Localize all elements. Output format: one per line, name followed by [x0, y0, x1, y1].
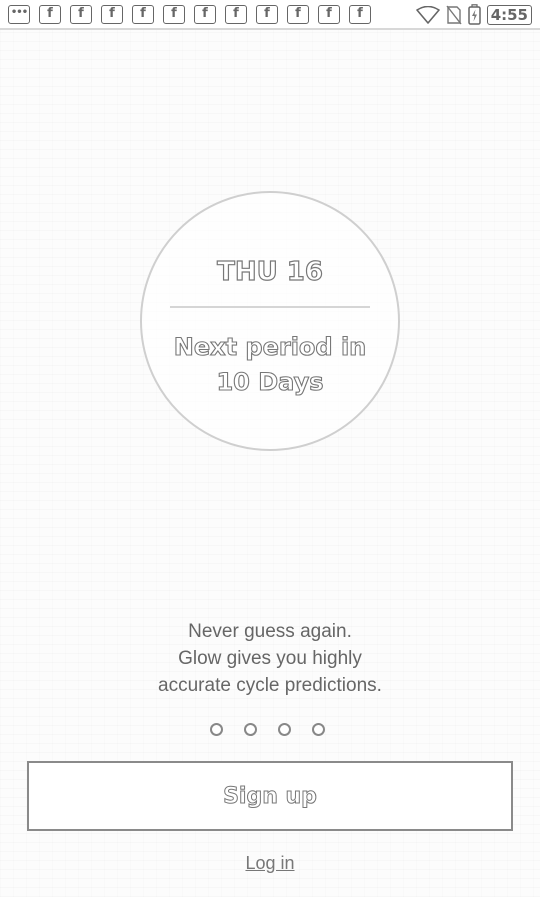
tagline-line-2: Glow gives you highly — [178, 648, 362, 669]
system-status: 4:55 — [415, 4, 532, 25]
status-bar: ••• f f f f f f f f f f f 4:55 — [0, 0, 540, 30]
onboarding-tagline: Never guess again. Glow gives you highly… — [0, 618, 540, 699]
facebook-notification-icon: f — [39, 5, 61, 24]
tagline-line-3: accurate cycle predictions. — [158, 675, 382, 696]
no-sim-icon — [446, 5, 462, 24]
page-dot[interactable] — [244, 723, 257, 736]
facebook-notification-icon: f — [101, 5, 123, 24]
facebook-notification-icon: f — [287, 5, 309, 24]
login-row: Log in — [0, 853, 540, 874]
facebook-notification-icon: f — [225, 5, 247, 24]
app-screen: ••• f f f f f f f f f f f 4:55 THU 16 Ne… — [0, 0, 540, 897]
circle-divider — [170, 306, 370, 308]
page-dot[interactable] — [312, 723, 325, 736]
next-period-days: 10 Days — [216, 367, 324, 396]
facebook-notification-icon: f — [349, 5, 371, 24]
login-link[interactable]: Log in — [245, 853, 294, 873]
notification-icons: ••• f f f f f f f f f f f — [8, 5, 371, 24]
page-dot[interactable] — [278, 723, 291, 736]
current-day-label: THU 16 — [216, 256, 323, 287]
clock: 4:55 — [486, 4, 532, 25]
facebook-notification-icon: f — [256, 5, 278, 24]
wifi-icon — [415, 5, 440, 24]
facebook-notification-icon: f — [163, 5, 185, 24]
facebook-notification-icon: f — [318, 5, 340, 24]
page-indicator — [210, 723, 325, 736]
facebook-notification-icon: f — [132, 5, 154, 24]
page-dot[interactable] — [210, 723, 223, 736]
facebook-notification-icon: f — [70, 5, 92, 24]
next-period-text: Next period in 10 Days — [142, 330, 398, 400]
tagline-line-1: Never guess again. — [188, 621, 352, 642]
more-notifications-icon: ••• — [8, 5, 30, 24]
cycle-circle: THU 16 Next period in 10 Days — [140, 191, 400, 451]
battery-charging-icon — [467, 4, 481, 25]
next-period-line: Next period in — [173, 332, 367, 361]
signup-button[interactable]: Sign up — [27, 761, 513, 831]
facebook-notification-icon: f — [194, 5, 216, 24]
